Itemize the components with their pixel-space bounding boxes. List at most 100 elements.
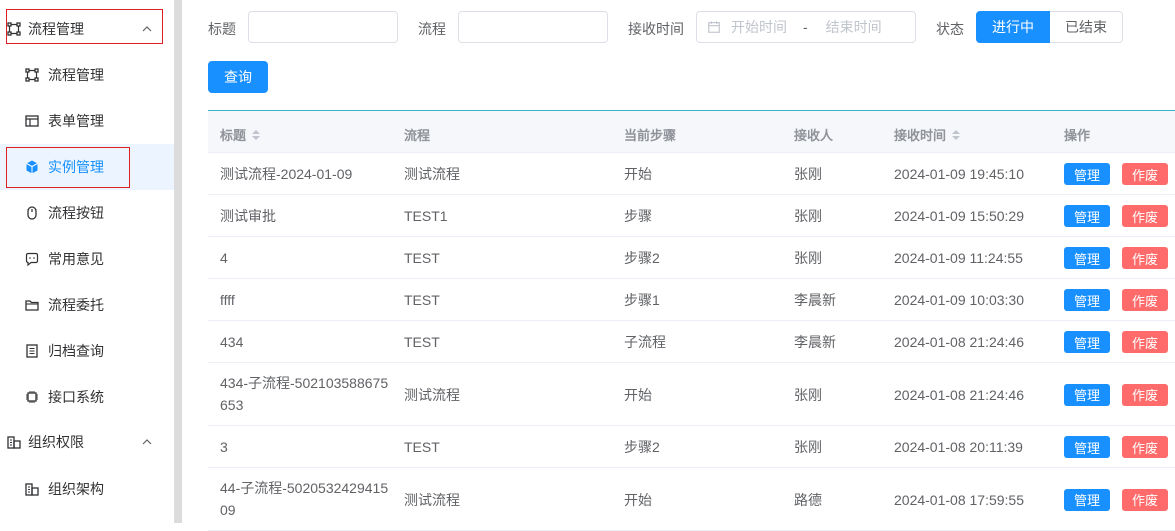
manage-button[interactable]: 管理 — [1064, 163, 1110, 185]
query-button[interactable]: 查询 — [208, 61, 268, 93]
column-header-receive-time[interactable]: 接收时间 — [894, 125, 961, 144]
column-header-title[interactable]: 标题 — [220, 125, 261, 144]
status-finished-button[interactable]: 已结束 — [1050, 11, 1123, 43]
column-header-label: 标题 — [220, 128, 247, 143]
sidebar-item-workflow-management[interactable]: 流程管理 — [0, 52, 174, 98]
cell-receiver: 张刚 — [794, 250, 822, 266]
sidebar-item-label: 组织架构 — [48, 481, 104, 497]
cell-title: 测试流程-2024-01-09 — [220, 166, 353, 182]
cell-receive-time: 2024-01-08 17:59:55 — [894, 491, 1024, 508]
sidebar-item-flow-buttons[interactable]: 流程按钮 — [0, 190, 174, 236]
sidebar-scrollbar[interactable] — [174, 0, 182, 523]
sidebar-group-workflow[interactable]: 流程管理 — [0, 9, 174, 49]
cell-receiver: 张刚 — [794, 166, 822, 182]
manage-button[interactable]: 管理 — [1064, 205, 1110, 227]
sidebar-item-interface-system[interactable]: 接口系统 — [0, 374, 174, 420]
cell-receiver: 路德 — [794, 491, 822, 508]
chip-icon — [24, 389, 40, 405]
cell-receive-time: 2024-01-09 11:24:55 — [894, 250, 1023, 266]
column-header-actions: 操作 — [1064, 128, 1091, 143]
manage-button[interactable]: 管理 — [1064, 383, 1110, 406]
sidebar-item-common-opinions[interactable]: 常用意见 — [0, 236, 174, 282]
cell-receive-time: 2024-01-09 19:45:10 — [894, 166, 1024, 182]
table-body: 测试流程-2024-01-09 测试流程 开始 张刚 2024-01-09 19:45:… — [208, 153, 1175, 531]
cell-receiver: 张刚 — [794, 439, 822, 455]
cell-current-step: 开始 — [624, 491, 652, 508]
status-in-progress-button[interactable]: 进行中 — [976, 11, 1050, 43]
table-row: 434 TEST 子流程 李晨新 2024-01-08 21:24:46 管理 作废 — [208, 321, 1175, 363]
chevron-up-icon — [140, 435, 154, 449]
calendar-icon — [707, 20, 721, 34]
void-button[interactable]: 作废 — [1122, 163, 1168, 185]
void-button[interactable]: 作废 — [1122, 289, 1168, 311]
table-row: ffff TEST 步骤1 李晨新 2024-01-09 10:03:30 管理 作废 — [208, 279, 1175, 321]
archive-icon — [24, 343, 40, 359]
cell-receiver: 张刚 — [794, 386, 822, 403]
cell-title: 434 — [220, 334, 244, 350]
cell-current-step: 开始 — [624, 386, 652, 403]
receive-time-range-picker[interactable]: 开始时间 - 结束时间 — [696, 11, 916, 43]
cell-flow: 测试流程 — [404, 386, 460, 403]
cell-flow: TEST1 — [404, 208, 448, 224]
organization-icon — [24, 481, 40, 497]
sort-icon[interactable] — [952, 129, 961, 140]
cell-title: 44-子流程-502053242941509 — [220, 480, 389, 518]
void-button[interactable]: 作废 — [1122, 205, 1168, 227]
sidebar-item-org-structure[interactable]: 组织架构 — [0, 466, 174, 512]
sidebar-group-label: 流程管理 — [28, 21, 84, 37]
manage-button[interactable]: 管理 — [1064, 436, 1110, 458]
comment-icon — [24, 251, 40, 267]
folder-icon — [24, 297, 40, 313]
sidebar-group-label: 组织权限 — [28, 434, 84, 450]
workflow-icon — [6, 21, 22, 37]
table-row: 测试审批 TEST1 步骤 张刚 2024-01-09 15:50:29 管理 作废 — [208, 195, 1175, 237]
void-button[interactable]: 作废 — [1122, 383, 1168, 406]
cell-current-step: 步骤2 — [624, 439, 660, 455]
sidebar-item-instance-management[interactable]: 实例管理 — [0, 144, 174, 190]
manage-button[interactable]: 管理 — [1064, 488, 1110, 511]
sidebar-item-label: 表单管理 — [48, 113, 104, 129]
cell-current-step: 开始 — [624, 166, 652, 182]
cell-current-step: 步骤 — [624, 208, 652, 224]
void-button[interactable]: 作废 — [1122, 331, 1168, 353]
start-time-placeholder[interactable]: 开始时间 — [731, 17, 787, 37]
manage-button[interactable]: 管理 — [1064, 247, 1110, 269]
table-row: 3 TEST 步骤2 张刚 2024-01-08 20:11:39 管理 作废 — [208, 426, 1175, 468]
cell-receive-time: 2024-01-08 21:24:46 — [894, 386, 1024, 403]
sidebar-item-form-management[interactable]: 表单管理 — [0, 98, 174, 144]
cell-flow: 测试流程 — [404, 491, 460, 508]
void-button[interactable]: 作废 — [1122, 247, 1168, 269]
cell-receiver: 张刚 — [794, 208, 822, 224]
sidebar-item-flow-delegation[interactable]: 流程委托 — [0, 282, 174, 328]
cell-title: 测试审批 — [220, 208, 276, 224]
manage-button[interactable]: 管理 — [1064, 289, 1110, 311]
status-filter-label: 状态 — [936, 21, 964, 37]
end-time-placeholder[interactable]: 结束时间 — [826, 17, 882, 37]
cell-current-step: 步骤1 — [624, 292, 660, 308]
cube-icon — [24, 159, 40, 175]
cell-title: ffff — [220, 292, 235, 308]
void-button[interactable]: 作废 — [1122, 436, 1168, 458]
sidebar: 流程管理 流程管理 表单管理 实例管理 流程按钮 常用意见 流程委托 归档查询 … — [0, 0, 174, 523]
sidebar-item-label: 流程管理 — [48, 67, 104, 83]
cell-title: 4 — [220, 250, 228, 266]
cell-title: 3 — [220, 439, 228, 455]
sidebar-item-label: 接口系统 — [48, 389, 104, 405]
sort-icon[interactable] — [252, 129, 261, 140]
workflow-icon — [24, 67, 40, 83]
cell-receive-time: 2024-01-09 10:03:30 — [894, 292, 1024, 308]
void-button[interactable]: 作废 — [1122, 488, 1168, 511]
sidebar-group-organization[interactable]: 组织权限 — [0, 422, 174, 462]
title-filter-input[interactable] — [248, 11, 398, 43]
column-header-flow: 流程 — [404, 128, 431, 143]
flow-filter-input[interactable] — [458, 11, 608, 43]
table-row: 4 TEST 步骤2 张刚 2024-01-09 11:24:55 管理 作废 — [208, 237, 1175, 279]
flow-filter-label: 流程 — [418, 21, 446, 37]
sidebar-item-label: 流程委托 — [48, 297, 104, 313]
manage-button[interactable]: 管理 — [1064, 331, 1110, 353]
table-row: 44-子流程-502053242941509 测试流程 开始 路德 2024-01-08… — [208, 468, 1175, 531]
sidebar-item-label: 归档查询 — [48, 343, 104, 359]
cell-current-step: 步骤2 — [624, 250, 660, 266]
mouse-icon — [24, 205, 40, 221]
sidebar-item-archive-query[interactable]: 归档查询 — [0, 328, 174, 374]
